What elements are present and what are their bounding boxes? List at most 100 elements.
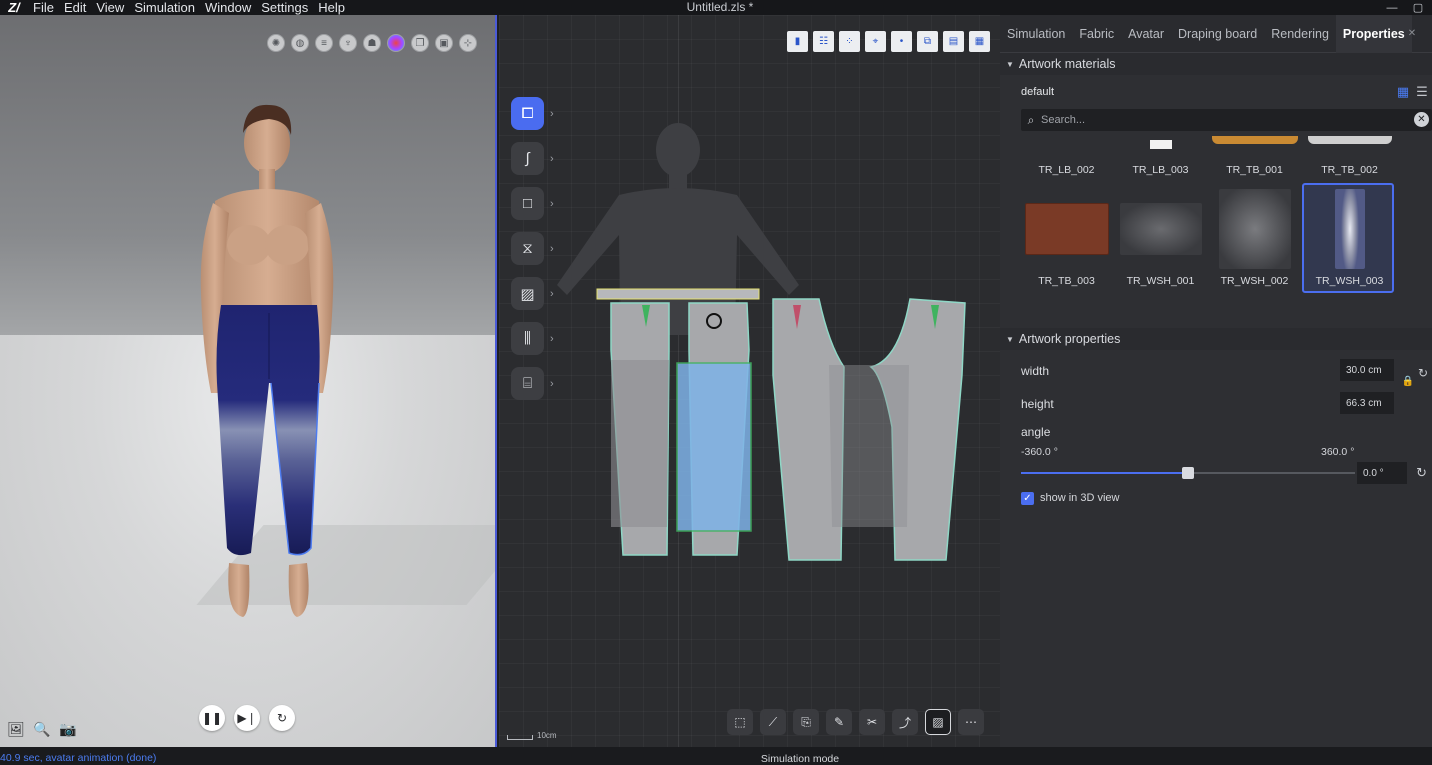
material-preset-row: default ▦ ☰ (1000, 75, 1432, 109)
angle-slider-handle[interactable] (1182, 467, 1194, 479)
camera-frame-icon[interactable]: ▣ (435, 34, 453, 52)
clear-search-icon[interactable]: ✕ (1414, 112, 1429, 127)
menu-file[interactable]: File (28, 0, 59, 15)
material-item[interactable]: TR_TB_002 (1304, 131, 1395, 176)
camera-icon[interactable]: 📷 (57, 720, 79, 738)
material-thumbnail (1218, 189, 1291, 269)
chevron-right-icon[interactable]: › (550, 108, 554, 120)
material-label: TR_TB_001 (1226, 164, 1283, 176)
material-item[interactable]: TR_LB_003 (1115, 131, 1206, 176)
chevron-right-icon[interactable]: › (550, 378, 554, 390)
width-field[interactable]: 30.0 cm (1340, 359, 1394, 381)
cut-icon[interactable]: ✂ (859, 709, 885, 735)
minimize-icon[interactable]: — (1386, 2, 1398, 14)
pause-icon[interactable]: ❚❚ (199, 705, 225, 731)
gizmo-icon[interactable]: ⊹ (459, 34, 477, 52)
artwork-transform-icon[interactable]: ▨ (925, 709, 951, 735)
pattern-canvas[interactable] (499, 15, 1000, 747)
curve-icon[interactable]: ∫ (511, 142, 544, 175)
step-forward-icon[interactable]: ▶❘ (234, 705, 260, 731)
viewport-3d[interactable]: ✺ ◍ ≡ ♆ ☗ ❐ ▣ ⊹ ❚❚ ▶❘ ↻ 🖼 🔍 📷 (0, 15, 497, 747)
sew-line-icon[interactable]: ⋯ (958, 709, 984, 735)
material-item[interactable]: TR_WSH_001 (1115, 203, 1206, 287)
pattern-window-2d[interactable]: ◀ (499, 15, 1000, 747)
menu-edit[interactable]: Edit (59, 0, 91, 15)
menu-view[interactable]: View (91, 0, 129, 15)
trace-icon[interactable]: ⎘ (793, 709, 819, 735)
sewing-icon[interactable]: ⧖ (511, 232, 544, 265)
edit-curve-icon[interactable]: ⤴ (892, 709, 918, 735)
menu-window[interactable]: Window (200, 0, 256, 15)
transform-pattern-icon[interactable]: ⧠ (511, 97, 544, 130)
viewport-toolbar: ✺ ◍ ≡ ♆ ☗ ❐ ▣ ⊹ (267, 34, 477, 52)
show-internal-icon[interactable]: ⧉ (917, 31, 938, 52)
artwork-materials-header[interactable]: ▼ Artwork materials (1000, 53, 1432, 75)
material-item[interactable]: TR_TB_003 (1021, 203, 1112, 287)
select-pattern-icon[interactable]: ⬚ (727, 709, 753, 735)
list-view-icon[interactable]: ☰ (1415, 84, 1429, 99)
material-preset-name[interactable]: default (1021, 86, 1054, 98)
refresh-icon[interactable]: ↻ (269, 705, 295, 731)
height-field[interactable]: 66.3 cm (1340, 392, 1394, 414)
view-toggles: ▦ ☰ (1396, 84, 1429, 99)
lock-icon[interactable]: 🔒 (1402, 376, 1414, 387)
layers-icon[interactable]: ≡ (315, 34, 333, 52)
particle-icon[interactable]: ✺ (267, 34, 285, 52)
menu-settings[interactable]: Settings (256, 0, 313, 15)
search-input[interactable] (1041, 114, 1401, 126)
status-bar: 40.9 sec, avatar animation (done) Simula… (0, 747, 1432, 765)
show-points-icon[interactable]: ⁘ (839, 31, 860, 52)
copy-icon[interactable]: ❐ (411, 34, 429, 52)
reset-icon[interactable]: ↻ (1418, 366, 1428, 380)
mode-label: Simulation mode (760, 753, 840, 765)
zoom-view-icon[interactable]: 🔍 (31, 720, 53, 738)
playback-controls: ❚❚ ▶❘ ↻ (199, 705, 295, 731)
close-tab-icon[interactable]: ✕ (1408, 28, 1416, 39)
scale-line (507, 735, 533, 740)
tab-rendering[interactable]: Rendering (1264, 15, 1336, 53)
avatar-model[interactable] (185, 93, 355, 623)
fold-icon[interactable]: ⫼ (511, 322, 544, 355)
chevron-right-icon[interactable]: › (550, 243, 554, 255)
screenshot-icon[interactable]: 🖼 (5, 720, 27, 738)
tab-simulation[interactable]: Simulation (1000, 15, 1072, 53)
edit-segment-icon[interactable]: ⟋ (760, 709, 786, 735)
angle-slider[interactable] (1021, 467, 1355, 479)
color-wheel-icon[interactable] (387, 34, 405, 52)
material-item[interactable]: TR_WSH_002 (1209, 189, 1300, 287)
measure-icon[interactable]: ⌸ (511, 367, 544, 400)
menu-simulation[interactable]: Simulation (129, 0, 200, 15)
material-item-selected[interactable]: TR_WSH_003 (1302, 183, 1395, 293)
tab-properties[interactable]: Properties (1335, 14, 1412, 53)
sphere-icon[interactable]: ◍ (291, 34, 309, 52)
chevron-right-icon[interactable]: › (550, 153, 554, 165)
tab-fabric[interactable]: Fabric (1072, 15, 1121, 53)
maximize-icon[interactable]: ▢ (1412, 2, 1424, 14)
chevron-right-icon[interactable]: › (550, 198, 554, 210)
material-item[interactable]: TR_TB_001 (1209, 131, 1300, 176)
avatar-pose-icon[interactable]: ♆ (339, 34, 357, 52)
artwork-icon[interactable]: ▨ (511, 277, 544, 310)
material-thumbnail (1149, 140, 1172, 149)
grid-view-icon[interactable]: ▦ (1396, 84, 1410, 99)
tab-draping-board[interactable]: Draping board (1171, 15, 1264, 53)
angle-slider-fill (1021, 472, 1188, 474)
material-item[interactable]: TR_LB_002 (1021, 131, 1112, 176)
chevron-right-icon[interactable]: › (550, 288, 554, 300)
add-point-icon[interactable]: ✎ (826, 709, 852, 735)
tab-avatar[interactable]: Avatar (1121, 15, 1171, 53)
show-texture-icon[interactable]: ▤ (943, 31, 964, 52)
reset-angle-icon[interactable]: ↻ (1416, 465, 1427, 481)
artwork-properties-header[interactable]: ▼ Artwork properties (1000, 328, 1432, 350)
angle-field[interactable]: 0.0 ° (1357, 462, 1407, 484)
show-dot-icon[interactable]: • (891, 31, 912, 52)
show-seams-icon[interactable]: ⌖ (865, 31, 886, 52)
show-in-3d-checkbox[interactable]: ✓ (1021, 491, 1034, 505)
pattern-list-icon[interactable]: ☷ (813, 31, 834, 52)
show-grid-icon[interactable]: ▦ (969, 31, 990, 52)
chevron-right-icon[interactable]: › (550, 333, 554, 345)
avatar-icon[interactable]: ☗ (363, 34, 381, 52)
view-3d-icon[interactable]: ▮ (787, 31, 808, 52)
rectangle-icon[interactable]: □ (511, 187, 544, 220)
menu-help[interactable]: Help (313, 0, 350, 15)
